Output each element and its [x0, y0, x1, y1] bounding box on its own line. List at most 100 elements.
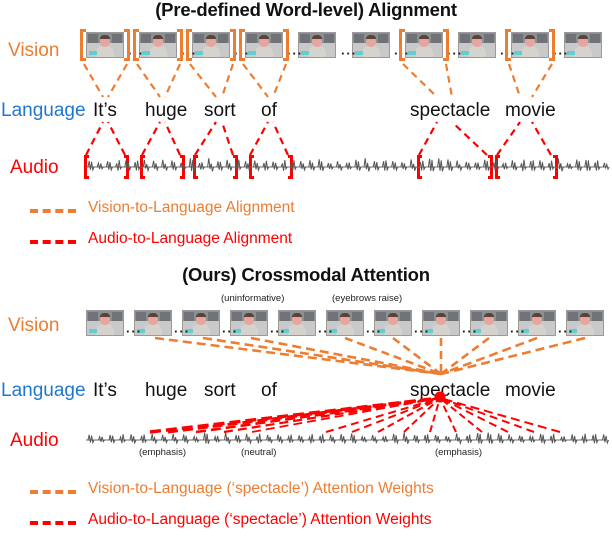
section-title-ours: (Ours) Crossmodal Attention — [182, 264, 430, 285]
frame-wall-left — [566, 34, 576, 43]
frame-torso — [149, 46, 167, 57]
language-word-spectacle[interactable]: spectacle — [410, 100, 490, 122]
frame-hair — [196, 313, 206, 317]
video-frame[interactable] — [352, 32, 390, 58]
legend-dash-audio-bottom — [30, 521, 76, 525]
legend-dash-vision-bottom — [30, 490, 76, 494]
language-word-spectacle[interactable]: spectacle — [410, 380, 490, 402]
frame-wall-left — [407, 34, 417, 43]
frame-wall-right — [537, 34, 547, 43]
frame-wall-right — [592, 312, 602, 321]
frame-torso — [480, 324, 498, 335]
row-label-vision-bottom: Vision — [8, 315, 60, 336]
frame-hair — [419, 35, 429, 39]
frame-wall-left — [520, 312, 530, 321]
frame-wall-left — [247, 34, 257, 43]
language-word-of[interactable]: of — [261, 100, 277, 122]
frame-wall-right — [448, 312, 458, 321]
legend-label-audio-top: Audio-to-Language Alignment — [88, 230, 293, 247]
frame-hair — [340, 313, 350, 317]
frame-wall-right — [218, 34, 228, 43]
language-word-movie[interactable]: movie — [505, 100, 556, 122]
vision-segment-bracket-left — [133, 29, 139, 61]
audio-waveform-top — [86, 158, 610, 173]
video-frame[interactable] — [86, 310, 124, 336]
frame-hair — [312, 35, 322, 39]
vision-segment-bracket-left — [80, 29, 86, 61]
language-word-of[interactable]: of — [261, 380, 277, 402]
frame-torso — [192, 324, 210, 335]
section-title-predefined: (Pre-defined Word-level) Alignment — [155, 0, 457, 20]
frame-torso — [308, 46, 326, 57]
frame-torso — [432, 324, 450, 335]
frame-hair — [244, 313, 254, 317]
language-word-movie[interactable]: movie — [505, 380, 556, 402]
frame-wall-right — [496, 312, 506, 321]
frame-wall-left — [280, 312, 290, 321]
frame-wall-left — [300, 34, 310, 43]
frame-wall-left — [88, 34, 98, 43]
vision-segment-bracket-left — [505, 29, 511, 61]
language-word-sort[interactable]: sort — [204, 380, 236, 402]
video-frame[interactable] — [511, 32, 549, 58]
frame-hair — [259, 35, 269, 39]
vision-segment-bracket-left — [186, 29, 192, 61]
video-frame[interactable] — [192, 32, 230, 58]
frame-ellipsis: ··· — [270, 324, 286, 339]
audio-annotation-emphasis-2: (emphasis) — [435, 447, 482, 458]
video-frame[interactable] — [298, 32, 336, 58]
frame-torso — [96, 46, 114, 57]
vision-annotation-uninformative: (uninformative) — [221, 293, 285, 304]
video-frame[interactable] — [458, 32, 496, 58]
frame-wall-right — [208, 312, 218, 321]
frame-wall-right — [590, 34, 600, 43]
language-word-its[interactable]: It’s — [93, 100, 117, 122]
frame-wall-right — [484, 34, 494, 43]
video-frame[interactable] — [139, 32, 177, 58]
frame-ellipsis: ··· — [366, 324, 382, 339]
frame-wall-left — [328, 312, 338, 321]
frame-hair — [292, 313, 302, 317]
vision-segment-bracket-right — [443, 29, 449, 61]
video-frame[interactable] — [405, 32, 443, 58]
frame-torso — [240, 324, 258, 335]
frame-torso — [415, 46, 433, 57]
frame-hair — [532, 313, 542, 317]
frame-torso — [288, 324, 306, 335]
vision-segment-bracket-left — [399, 29, 405, 61]
frame-torso — [362, 46, 380, 57]
frame-ellipsis: ··· — [558, 324, 574, 339]
language-word-sort[interactable]: sort — [204, 100, 236, 122]
vision-segment-bracket-right — [283, 29, 289, 61]
language-word-its[interactable]: It’s — [93, 380, 117, 402]
video-frame[interactable] — [245, 32, 283, 58]
frame-ellipsis: ··· — [222, 324, 238, 339]
video-frame[interactable] — [564, 32, 602, 58]
audio-waveform-bottom — [86, 432, 609, 446]
audio-annotation-emphasis-1: (emphasis) — [139, 447, 186, 458]
frame-torso — [384, 324, 402, 335]
video-frame[interactable] — [86, 32, 124, 58]
language-word-huge[interactable]: huge — [145, 100, 187, 122]
legend-label-vision-top: Vision-to-Language Alignment — [88, 199, 295, 216]
audio-segment-bracket-left — [193, 155, 198, 179]
frame-wall-right — [544, 312, 554, 321]
frame-hair — [206, 35, 216, 39]
legend-label-audio-bottom: Audio-to-Language (‘spectacle’) Attentio… — [88, 511, 432, 528]
row-label-audio-bottom: Audio — [10, 430, 59, 451]
vision-segment-bracket-right — [177, 29, 183, 61]
language-word-huge[interactable]: huge — [145, 380, 187, 402]
frame-torso — [255, 46, 273, 57]
frame-caption-tag — [89, 51, 97, 55]
frame-hair — [100, 35, 110, 39]
frame-wall-left — [376, 312, 386, 321]
frame-torso — [468, 46, 486, 57]
legend-dash-vision-top — [30, 209, 76, 213]
figure-canvas: (Pre-defined Word-level) Alignment Visio… — [0, 0, 612, 538]
frame-hair — [366, 35, 376, 39]
frame-wall-left — [354, 34, 364, 43]
audio-segment-bracket-right — [180, 155, 185, 179]
frame-torso — [576, 324, 594, 335]
frame-wall-right — [256, 312, 266, 321]
frame-wall-right — [271, 34, 281, 43]
